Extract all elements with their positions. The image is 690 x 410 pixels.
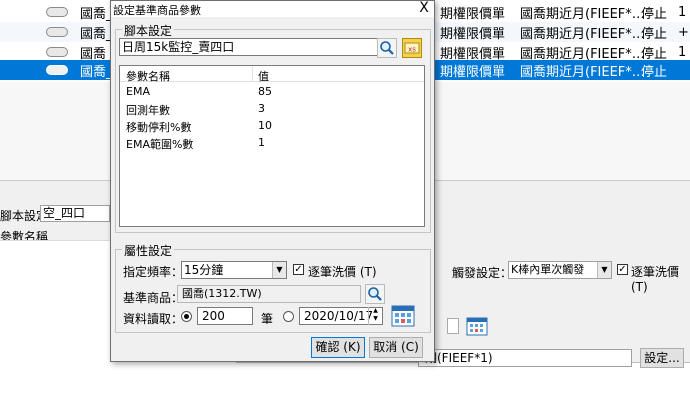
base-symbol-label: 基準商品： [123,291,184,305]
base-symbol-field: 國喬(1312.TW) [177,285,361,303]
frequency-value: 15分鐘 [184,263,224,277]
spin-up-icon[interactable]: ▲ [369,307,382,315]
row-name: 國喬_ [80,46,113,62]
chevron-down-icon: ▼ [597,262,611,278]
tick-wash-label: 逐筆洗價 (T) [308,265,377,279]
bg-trigger-value: K棒內單次觸發 [511,263,585,276]
tick-wash-checkbox[interactable]: ✓ [293,264,304,275]
row-status: 停止 [641,26,668,42]
param-value[interactable]: 85 [258,85,272,98]
toggle-switch[interactable] [46,47,68,57]
dialog-title: 設定基準商品參數 [113,4,201,17]
script-group-title: 腳本設定 [122,22,175,39]
row-extra: 1 [678,44,687,60]
toggle-switch[interactable] [46,65,68,75]
column-separator[interactable] [252,66,253,82]
bars-count-radio[interactable] [181,311,192,322]
toggle-switch[interactable] [46,27,68,37]
spin-down-icon[interactable]: ▼ [369,315,382,323]
search-icon[interactable] [365,284,385,304]
row-name: 國喬_ [80,6,113,22]
start-date-value: 2020/10/17 [304,309,374,323]
column-header-value[interactable]: 值 [258,68,269,84]
param-name: 移動停利%數 [126,121,192,134]
param-name: EMA範圍%數 [126,138,194,151]
row-extra: 1 [678,4,687,20]
set-base-symbol-params-dialog: 設定基準商品參數 X 腳本設定 日周15k監控_賣四口 xs 參數名稱 值 EM… [110,0,435,362]
table-row[interactable]: 移動停利%數 10 [120,117,424,134]
bars-unit-label: 筆 [261,312,274,326]
column-header-param-name[interactable]: 參數名稱 [126,68,170,84]
start-date-input[interactable]: 2020/10/17 ▲ ▼ [299,307,383,325]
start-date-radio[interactable] [283,311,294,322]
row-name: 國喬_ [80,64,113,80]
table-row[interactable]: 回測年數 3 [120,100,424,117]
bars-count-input[interactable]: 200 [197,307,253,325]
row-order-type: 期權限價單 [440,6,506,22]
param-value[interactable]: 3 [258,102,265,115]
row-symbol: 國喬期近月(FIEEF*… [520,64,645,80]
bg-tick-wash-checkbox[interactable]: ✓ [617,264,628,275]
bg-lower-box [236,362,690,410]
row-status: 停止 [641,64,668,80]
table-row[interactable]: EMA 85 [120,83,424,100]
row-order-type: 期權限價單 [440,64,506,80]
param-name: EMA [126,85,150,98]
calendar-icon[interactable] [466,316,488,336]
bg-script-input[interactable]: 空_四口 [40,205,110,222]
table-header: 參數名稱 值 [120,66,424,84]
bg-settings-button[interactable]: 設定... [640,348,684,368]
row-symbol: 國喬期近月(FIEEF*… [520,26,645,42]
calendar-icon[interactable] [391,303,415,327]
row-order-type: 期權限價單 [440,46,506,62]
script-editor-icon[interactable]: xs [402,38,422,58]
chevron-down-icon: ▼ [272,262,286,278]
row-name: 國喬_ [80,26,113,42]
close-button[interactable]: X [416,0,432,16]
bg-spin-button[interactable] [447,318,459,334]
row-symbol: 國喬期近月(FIEEF*… [520,6,645,22]
bg-tick-wash-label: 逐筆洗價(T) [631,265,680,294]
param-value[interactable]: 10 [258,119,272,132]
svg-text:xs: xs [408,46,416,54]
dialog-titlebar[interactable]: 設定基準商品參數 X [111,0,434,17]
frequency-select[interactable]: 15分鐘 ▼ [181,261,287,279]
date-spinner[interactable]: ▲ ▼ [368,307,382,325]
bg-symbol-field[interactable]: 期(FIEEF*1) [418,349,632,367]
param-table: 參數名稱 值 EMA 85 回測年數 3 移動停利%數 10 EMA範圍%數 1 [119,65,425,227]
frequency-label: 指定頻率： [123,265,184,279]
row-order-type: 期權限價單 [440,26,506,42]
row-status: 停止 [641,6,668,22]
search-icon[interactable] [377,38,397,58]
row-extra: + [678,24,689,40]
param-name: 回測年數 [126,104,170,117]
script-name-input[interactable]: 日周15k監控_賣四口 [119,38,381,56]
cancel-button[interactable]: 取消 (C) [369,337,423,358]
table-row[interactable]: EMA範圍%數 1 [120,134,424,151]
row-symbol: 國喬期近月(FIEEF*… [520,46,645,62]
bg-trigger-label: 觸發設定： [452,266,513,280]
bg-trigger-select[interactable]: K棒內單次觸發 ▼ [508,261,612,279]
row-status: 停止 [641,46,668,62]
ok-button[interactable]: 確認 (K) [311,337,365,358]
param-value[interactable]: 1 [258,136,265,149]
property-group-title: 屬性設定 [122,242,175,259]
data-read-label: 資料讀取： [123,312,184,326]
toggle-switch[interactable] [46,7,68,17]
